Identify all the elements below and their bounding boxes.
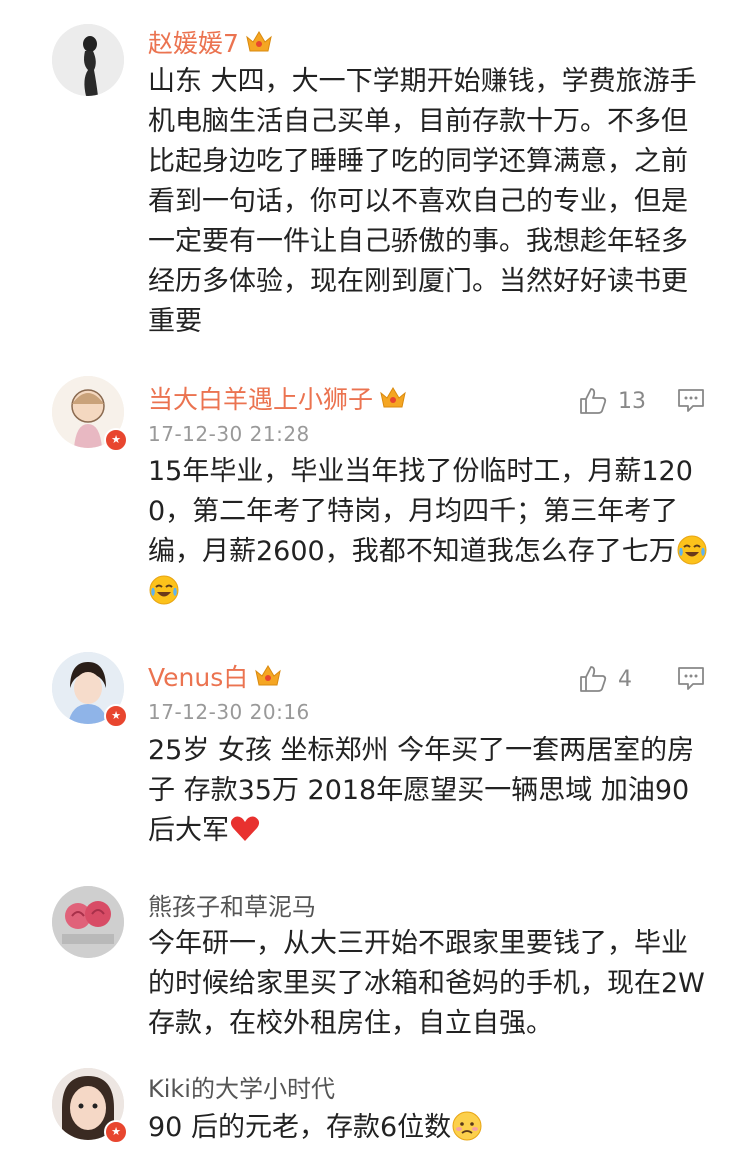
comment-date: 17-12-30 21:28: [148, 422, 310, 446]
comment-text-body: 15年毕业，毕业当年找了份临时工，月薪1200，第二年考了特岗，月均四千；第三年…: [148, 456, 693, 567]
red-heart-emoji: [230, 816, 260, 841]
avatar[interactable]: ★: [52, 376, 128, 452]
user-name[interactable]: 熊孩子和草泥马: [148, 887, 316, 922]
thumbs-up-icon[interactable]: [578, 664, 608, 694]
tears-of-joy-emoji: [149, 575, 179, 605]
avatar[interactable]: ★: [52, 652, 128, 728]
user-name[interactable]: Kiki的大学小时代: [148, 1069, 335, 1104]
worried-face-emoji: [452, 1111, 482, 1141]
comment-text: 90 后的元老，存款6位数: [148, 1108, 708, 1148]
avatar[interactable]: [52, 886, 124, 958]
comment-bubble-icon[interactable]: [676, 665, 706, 693]
verified-badge-icon: ★: [104, 704, 128, 728]
vip-crown-icon: [380, 387, 406, 408]
verified-badge-icon: ★: [104, 1120, 128, 1144]
comment-text: 今年研一，从大三开始不跟家里要钱了，毕业的时候给家里买了冰箱和爸妈的手机，现在2…: [148, 928, 705, 1039]
user-name[interactable]: 赵媛媛7: [148, 24, 239, 60]
user-name[interactable]: 当大白羊遇上小狮子: [148, 380, 373, 416]
comment-bubble-icon[interactable]: [676, 387, 706, 415]
verified-badge-icon: ★: [104, 428, 128, 452]
comment-text: 25岁 女孩 坐标郑州 今年买了一套两居室的房子 存款35万 2018年愿望买一…: [148, 731, 708, 851]
comment-date: 17-12-30 20:16: [148, 700, 310, 724]
thumbs-up-icon[interactable]: [578, 386, 608, 416]
like-count: 13: [618, 388, 646, 414]
comment-text: 山东 大四，大一下学期开始赚钱，学费旅游手机电脑生活自己买单，目前存款十万。不多…: [148, 66, 697, 337]
vip-crown-icon: [246, 31, 272, 52]
like-count: 4: [618, 666, 632, 692]
comment-text: 15年毕业，毕业当年找了份临时工，月薪1200，第二年考了特岗，月均四千；第三年…: [148, 452, 708, 612]
avatar[interactable]: ★: [52, 1068, 128, 1144]
tears-of-joy-emoji: [677, 535, 707, 565]
comment-text-body: 90 后的元老，存款6位数: [148, 1112, 452, 1143]
user-name[interactable]: Venus白: [148, 658, 248, 694]
vip-crown-icon: [255, 665, 282, 686]
avatar[interactable]: [52, 24, 124, 96]
